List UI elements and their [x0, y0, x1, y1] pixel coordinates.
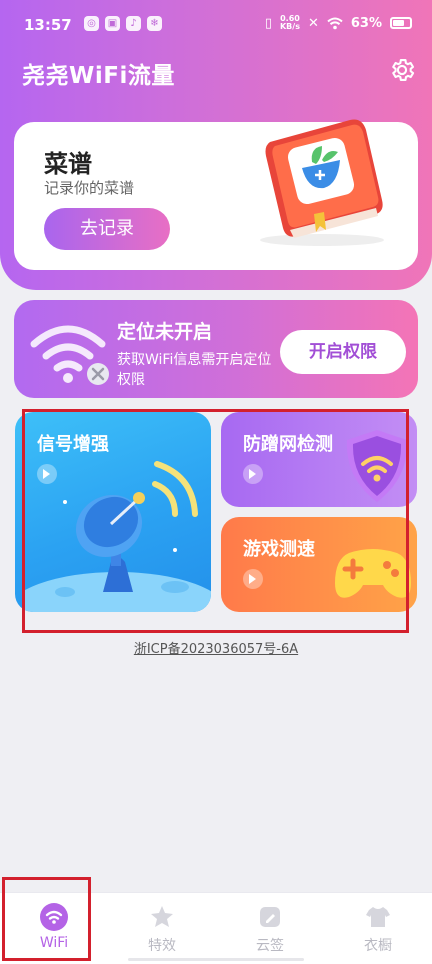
enable-permission-button[interactable]: 开启权限: [280, 330, 406, 374]
app-notification-icon: ▣: [105, 16, 120, 31]
app-notification-icon: ◎: [84, 16, 99, 31]
recipe-book-icon: [260, 119, 384, 246]
recipe-card[interactable]: 菜谱 记录你的菜谱 去记录: [14, 119, 418, 270]
battery-icon: [390, 17, 412, 29]
location-card[interactable]: 定位未开启 获取WiFi信息需开启定位权限 开启权限: [14, 300, 418, 398]
nav-item-cloud-sign[interactable]: 云签: [216, 903, 324, 955]
star-icon: [148, 903, 176, 931]
status-time: 13:57: [24, 16, 72, 34]
status-bar: 13:57 ◎ ▣ ♪ ❄ ▯ 0.60 KB/s ✕ 63%: [0, 0, 432, 48]
nav-label-cloud-sign: 云签: [256, 938, 284, 954]
nav-label-wardrobe: 衣橱: [364, 938, 392, 954]
pen-icon: [256, 903, 284, 931]
app-title: 尧尧WiFi流量: [22, 63, 175, 89]
wifi-off-icon: [30, 325, 109, 385]
tiktok-icon: ♪: [126, 16, 141, 31]
highlight-box-tools: [22, 409, 409, 633]
icp-license-link[interactable]: 浙ICP备2023036057号-6A: [0, 638, 432, 657]
location-description: 获取WiFi信息需开启定位权限: [117, 352, 272, 388]
recipe-title: 菜谱: [44, 150, 92, 178]
home-indicator: [128, 958, 304, 961]
shirt-icon: [364, 903, 392, 931]
wifi-status-icon: [327, 17, 343, 29]
vibrate-icon: ▯: [264, 15, 272, 31]
battery-percent: 63%: [350, 15, 382, 31]
status-notification-icons: ◎ ▣ ♪ ❄: [84, 16, 162, 31]
no-sim-icon: ✕: [307, 15, 319, 31]
status-right: ▯ 0.60 KB/s ✕ 63%: [265, 15, 412, 31]
app-notification-icon: ❄: [147, 16, 162, 31]
nav-label-effects: 特效: [148, 938, 176, 954]
go-record-button[interactable]: 去记录: [44, 208, 170, 250]
recipe-subtitle: 记录你的菜谱: [44, 179, 135, 197]
location-title: 定位未开启: [117, 321, 213, 343]
net-speed: 0.60 KB/s: [279, 14, 300, 31]
nav-item-effects[interactable]: 特效: [108, 903, 216, 955]
nav-item-wardrobe[interactable]: 衣橱: [324, 903, 432, 955]
highlight-box-nav-wifi: [2, 877, 91, 961]
gear-icon[interactable]: [388, 56, 416, 84]
